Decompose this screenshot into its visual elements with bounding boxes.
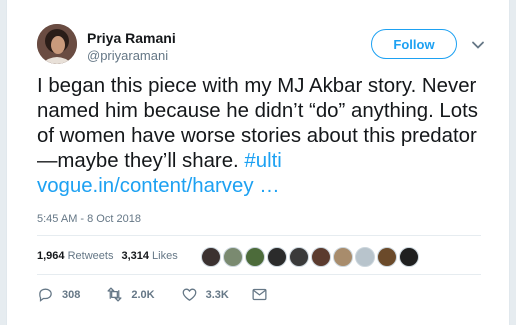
liker-avatar[interactable] — [377, 247, 397, 267]
user-display-name[interactable]: Priya Ramani — [87, 30, 176, 46]
like-button[interactable]: 3.3K — [181, 286, 229, 303]
retweet-count: 2.0K — [131, 288, 155, 301]
url-link[interactable]: vogue.in/content/harvey — [37, 175, 254, 197]
reply-icon — [39, 288, 52, 302]
liker-avatar[interactable] — [355, 247, 375, 267]
avatar-photo-icon — [37, 24, 77, 64]
tweet-card: Priya Ramani @priyaramani Follow I began… — [6, 0, 510, 325]
likes-count: 3,314 — [121, 250, 149, 262]
tweet-timestamp[interactable]: 5:45 AM - 8 Oct 2018 — [37, 213, 141, 225]
retweet-icon — [107, 287, 122, 302]
liker-avatar[interactable] — [223, 247, 243, 267]
direct-message-button[interactable] — [251, 286, 268, 303]
liker-avatar[interactable] — [311, 247, 331, 267]
engagement-stats: 1,964 Retweets 3,314 Likes — [37, 250, 178, 262]
reply-button[interactable]: 308 — [37, 286, 80, 303]
liker-avatar[interactable] — [333, 247, 353, 267]
hashtag-link[interactable]: #ulti — [244, 150, 281, 172]
retweet-button[interactable]: 2.0K — [106, 286, 155, 303]
heart-icon — [182, 288, 196, 301]
like-count: 3.3K — [205, 288, 229, 301]
divider — [37, 235, 481, 236]
user-handle[interactable]: @priyaramani — [87, 48, 168, 63]
avatar[interactable] — [37, 24, 77, 64]
liker-avatars — [201, 247, 419, 267]
action-bar: 308 2.0K 3.3K — [37, 286, 268, 303]
reply-count: 308 — [62, 288, 81, 301]
envelope-icon — [252, 288, 267, 301]
liker-avatar[interactable] — [245, 247, 265, 267]
follow-button[interactable]: Follow — [371, 29, 457, 59]
likes-label: Likes — [152, 250, 178, 262]
liker-avatar[interactable] — [399, 247, 419, 267]
tweet-text: I began this piece with my MJ Akbar stor… — [37, 74, 487, 199]
divider — [37, 274, 481, 275]
liker-avatar[interactable] — [267, 247, 287, 267]
liker-avatar[interactable] — [289, 247, 309, 267]
likes-stat[interactable]: 3,314 Likes — [121, 250, 177, 262]
retweets-label: Retweets — [67, 250, 114, 262]
retweets-stat[interactable]: 1,964 Retweets — [37, 250, 113, 262]
url-ellipsis[interactable]: … — [259, 175, 279, 197]
retweets-count: 1,964 — [37, 250, 65, 262]
chevron-down-icon[interactable] — [471, 38, 485, 52]
liker-avatar[interactable] — [201, 247, 221, 267]
